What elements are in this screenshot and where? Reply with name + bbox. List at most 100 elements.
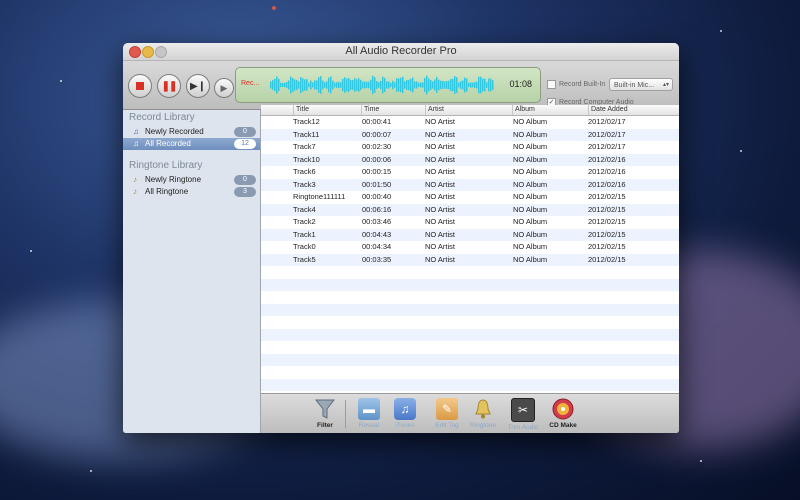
table-cell: 2012/02/17 xyxy=(588,129,626,139)
column-header-blank[interactable] xyxy=(261,105,293,115)
table-row[interactable]: Track11 00:00:07 NO Artist NO Album 2012/02/… xyxy=(261,128,679,141)
waveform-bar xyxy=(396,78,398,92)
table-cell: 2012/02/17 xyxy=(588,142,626,151)
waveform-bar xyxy=(280,82,282,88)
table-cell: 2012/02/16 xyxy=(588,167,626,176)
table-cell: NO Album xyxy=(513,192,548,201)
table-row[interactable]: Ringtone111111 00:00:40 NO Artist NO Album 2… xyxy=(261,191,679,204)
count-badge: 0 xyxy=(234,127,256,137)
empty-row[interactable] xyxy=(261,278,679,291)
ringtone-button[interactable]: Ringtone xyxy=(465,398,501,429)
waveform-bar xyxy=(332,80,334,90)
table-row[interactable]: Track1 00:04:43 NO Artist NO Album 2012/02/1… xyxy=(261,228,679,241)
table-row[interactable]: Track12 00:00:41 NO Artist NO Album 2012/02/… xyxy=(261,116,679,129)
record-builtin-option[interactable]: Record Built-In xyxy=(547,80,605,89)
waveform-bar xyxy=(370,79,372,91)
table-cell: NO Album xyxy=(513,217,548,226)
waveform-bar xyxy=(354,78,356,92)
table-cell: 00:04:34 xyxy=(362,242,392,251)
table-cell: 2012/02/15 xyxy=(588,254,626,264)
cd-make-button[interactable]: CD Make xyxy=(545,398,581,429)
empty-row[interactable] xyxy=(261,266,679,279)
waveform-bar xyxy=(276,76,278,94)
itunes-button[interactable]: ♫ iTunes xyxy=(387,398,423,429)
table-row[interactable]: Track6 00:00:15 NO Artist NO Album 2012/02/1… xyxy=(261,166,679,179)
table-cell: Track2 xyxy=(293,217,316,226)
skip-next-icon: ▶❙ xyxy=(189,80,207,92)
star xyxy=(720,30,722,32)
column-header-time[interactable]: Time xyxy=(361,105,425,115)
empty-row[interactable] xyxy=(261,328,679,341)
waveform-bar xyxy=(352,80,354,90)
toolbar-divider xyxy=(345,400,346,428)
table-body: Track12 00:00:41 NO Artist NO Album 2012/02/… xyxy=(261,116,679,391)
waveform-bar xyxy=(342,78,344,92)
waveform-bar xyxy=(386,81,388,89)
pause-button[interactable]: ❚❚ xyxy=(157,74,181,98)
table-row[interactable]: Track3 00:01:50 NO Artist NO Album 2012/02/1… xyxy=(261,178,679,191)
trim-audio-label: Trim Audio xyxy=(507,424,539,431)
sidebar-item-label: Newly Recorded xyxy=(145,127,204,136)
window-title: All Audio Recorder Pro xyxy=(345,45,457,57)
waveform-bar xyxy=(442,81,444,89)
sidebar-item-newly-recorded[interactable]: ♫ Newly Recorded 0 xyxy=(123,126,260,138)
trim-audio-button[interactable]: ✂ Trim Audio xyxy=(505,398,541,431)
table-cell: 2012/02/15 xyxy=(588,217,626,226)
recording-status: Rec... xyxy=(241,80,260,87)
empty-row[interactable] xyxy=(261,353,679,366)
table-row[interactable]: Track7 00:02:30 NO Artist NO Album 2012/02/1… xyxy=(261,141,679,154)
edit-tag-button[interactable]: ✎ Edit Tag xyxy=(429,398,465,429)
table-cell: NO Album xyxy=(513,117,548,126)
table-cell: NO Artist xyxy=(425,179,456,189)
sidebar-item-all-ringtone[interactable]: ♪ All Ringtone 3 xyxy=(123,186,260,198)
table-row[interactable]: Track4 00:06:16 NO Artist NO Album 2012/02/1… xyxy=(261,203,679,216)
table-row[interactable]: Track0 00:04:34 NO Artist NO Album 2012/02/1… xyxy=(261,241,679,254)
stop-button[interactable] xyxy=(128,74,152,98)
column-header-artist[interactable]: Artist xyxy=(425,105,512,115)
table-row[interactable]: Track10 00:00:06 NO Artist NO Album 2012/02/… xyxy=(261,153,679,166)
table-row[interactable]: Track5 00:03:35 NO Artist NO Album 2012/02/1… xyxy=(261,253,679,266)
table-cell: Ringtone111111 xyxy=(293,192,346,201)
table-cell: Track7 xyxy=(293,142,316,151)
waveform-bar xyxy=(304,79,306,91)
column-header-title[interactable]: Title xyxy=(293,105,361,115)
waveform-bar xyxy=(326,81,328,89)
waveform-bar xyxy=(478,76,480,94)
empty-row[interactable] xyxy=(261,291,679,304)
column-header-album[interactable]: Album xyxy=(512,105,588,115)
waveform-bar xyxy=(474,82,476,88)
empty-row[interactable] xyxy=(261,341,679,354)
pause-icon: ❚❚ xyxy=(161,80,178,92)
empty-row[interactable] xyxy=(261,378,679,391)
table-cell: 00:06:16 xyxy=(362,204,392,214)
music-note-icon: ♫ xyxy=(133,127,139,136)
empty-row[interactable] xyxy=(261,316,679,329)
empty-row[interactable] xyxy=(261,303,679,316)
waveform-bar xyxy=(440,80,442,90)
reveal-label: Reveal xyxy=(358,422,380,429)
sidebar-item-label: All Recorded xyxy=(145,139,191,148)
empty-row[interactable] xyxy=(261,366,679,379)
table-header: Title Time Artist Album Date Added xyxy=(261,105,679,116)
star xyxy=(272,6,276,10)
column-header-date-added[interactable]: Date Added xyxy=(588,105,679,115)
waveform-bar xyxy=(382,76,384,94)
next-button[interactable]: ▶❙ xyxy=(186,74,210,98)
sidebar-item-newly-ringtone[interactable]: ♪ Newly Ringtone 0 xyxy=(123,174,260,186)
table-cell: NO Album xyxy=(513,129,548,139)
waveform-bar xyxy=(294,79,296,91)
record-builtin-checkbox[interactable] xyxy=(547,80,556,89)
play-button[interactable]: ▶ xyxy=(214,78,234,98)
input-device-select[interactable]: Built-in Mic... ▴▾ xyxy=(609,78,673,91)
table-row[interactable]: Track2 00:03:46 NO Artist NO Album 2012/02/1… xyxy=(261,216,679,229)
reveal-button[interactable]: ▬ Reveal xyxy=(351,398,387,429)
waveform-bar xyxy=(420,82,422,88)
stop-icon xyxy=(136,82,144,90)
waveform-bar xyxy=(414,81,416,89)
table-cell: 00:04:43 xyxy=(362,229,392,239)
bell-icon xyxy=(472,398,494,420)
star xyxy=(700,460,702,462)
sidebar: Record Library ♫ Newly Recorded 0 ♫ All … xyxy=(123,110,261,433)
filter-button[interactable]: Filter xyxy=(307,398,343,429)
sidebar-item-all-recorded[interactable]: ♫ All Recorded 12 xyxy=(123,138,260,150)
